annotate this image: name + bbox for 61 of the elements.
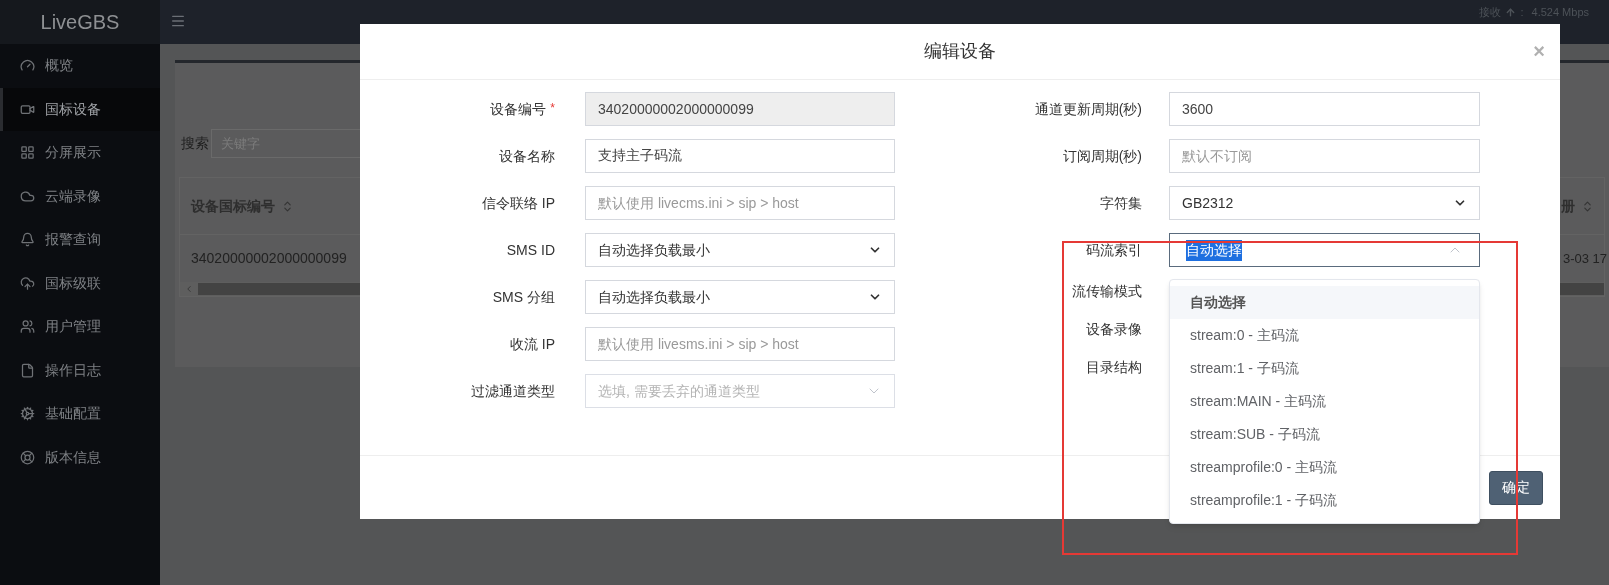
sidebar-item[interactable]: 基础配置 — [0, 392, 160, 436]
gear-icon — [20, 406, 35, 422]
field-label: 目录结构 — [1086, 357, 1142, 377]
file-icon — [20, 362, 35, 378]
menu-icon[interactable] — [170, 13, 186, 29]
select-field[interactable]: 自动选择负载最小 — [585, 233, 895, 267]
dropdown-option[interactable]: streamprofile:0 - 主码流 — [1170, 451, 1479, 484]
users-icon — [20, 319, 35, 335]
sidebar-item[interactable]: 用户管理 — [0, 305, 160, 349]
text-input[interactable]: 支持主子码流 — [585, 139, 895, 173]
selected-text: 自动选择 — [1186, 239, 1242, 261]
sidebar-item[interactable]: 报警查询 — [0, 218, 160, 262]
dropdown-option[interactable]: stream:SUB - 子码流 — [1170, 418, 1479, 451]
required-mark: * — [550, 99, 555, 117]
text-input[interactable]: 默认使用 livecms.ini > sip > host — [585, 186, 895, 220]
field-label: 字符集 — [1100, 193, 1142, 213]
dropdown-option[interactable]: stream:MAIN - 主码流 — [1170, 385, 1479, 418]
cloud-icon — [20, 188, 35, 204]
field-label: SMS ID — [506, 240, 555, 260]
arrow-up-icon — [1505, 6, 1517, 18]
sidebar-item[interactable]: 云端录像 — [0, 174, 160, 218]
bell-icon — [20, 232, 35, 248]
table-cell-text: 34020000002000000099 — [191, 249, 347, 268]
field-label: 流传输模式 — [1072, 281, 1142, 301]
field-label: 订阅周期(秒) — [1062, 146, 1142, 166]
sidebar-item[interactable]: 版本信息 — [0, 435, 160, 479]
dropdown-option[interactable]: 自动选择 — [1170, 286, 1479, 319]
field-label: 收流 IP — [509, 334, 555, 354]
sidebar-item[interactable]: 操作日志 — [0, 348, 160, 392]
field-label: 设备录像 — [1086, 319, 1142, 339]
combobox-field[interactable]: 自动选择 — [1169, 233, 1480, 267]
dialog-title: 编辑设备 — [924, 40, 996, 63]
dropdown-option[interactable]: stream:1 - 子码流 — [1170, 352, 1479, 385]
sort-icon[interactable] — [281, 199, 294, 213]
field-label: 信令联络 IP — [481, 193, 555, 213]
sidebar-item[interactable]: 国标设备 — [0, 87, 160, 131]
sidebar-item[interactable]: 国标级联 — [0, 261, 160, 305]
table-cell-text: 3-03 17 — [1562, 249, 1607, 268]
sidebar-item[interactable]: 概览 — [0, 44, 160, 88]
sort-icon[interactable] — [1581, 199, 1594, 213]
search-label: 搜索 — [181, 134, 209, 153]
cloud-upload-icon — [20, 275, 35, 291]
dropdown-option[interactable]: streamprofile:1 - 子码流 — [1170, 484, 1479, 517]
scroll-left-icon[interactable] — [184, 284, 194, 294]
lifebuoy-icon — [20, 449, 35, 465]
text-input[interactable]: 默认不订阅 — [1169, 139, 1480, 173]
field-label: 通道更新周期(秒) — [1034, 99, 1142, 119]
select-field[interactable]: 自动选择负载最小 — [585, 280, 895, 314]
dropdown-option[interactable]: stream:0 - 主码流 — [1170, 319, 1479, 352]
grid-icon — [20, 145, 35, 161]
field-label: 设备编号 — [490, 99, 547, 119]
select-field[interactable]: GB2312 — [1169, 186, 1480, 220]
sidebar-item[interactable]: 分屏展示 — [0, 131, 160, 175]
text-input[interactable]: 默认使用 livesms.ini > sip > host — [585, 327, 895, 361]
field-label: 过滤通道类型 — [471, 381, 555, 401]
text-input[interactable]: 34020000002000000099 — [585, 92, 895, 126]
text-input[interactable]: 3600 — [1169, 92, 1480, 126]
network-separator: : — [1520, 5, 1524, 20]
field-label: 设备名称 — [499, 146, 555, 166]
field-label: 码流索引 — [1086, 240, 1142, 260]
field-label: SMS 分组 — [492, 287, 555, 307]
